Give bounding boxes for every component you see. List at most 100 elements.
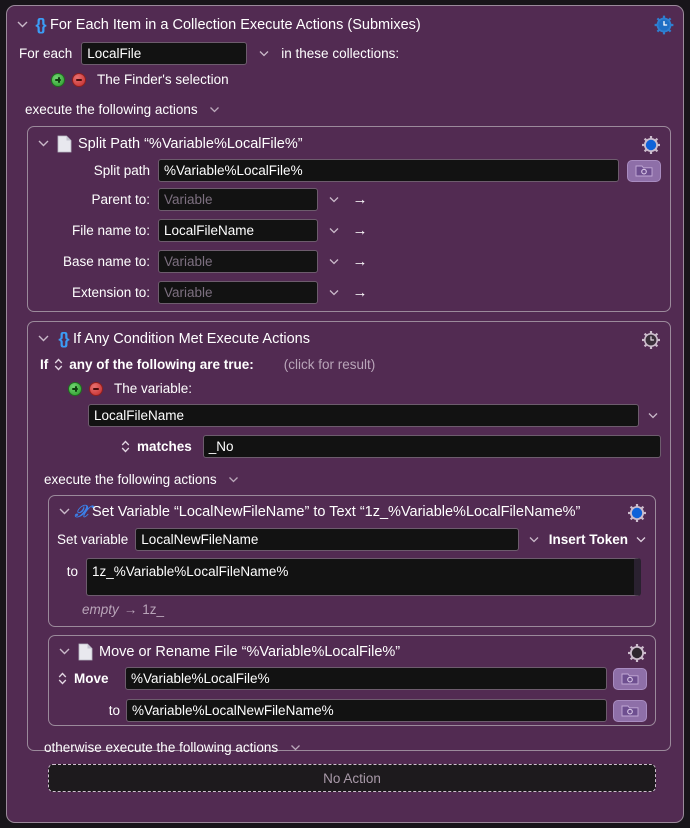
- for-each-title-row: {} For Each Item in a Collection Execute…: [7, 6, 683, 35]
- move-file-title-row: Move or Rename File “%Variable%LocalFile…: [49, 636, 655, 664]
- for-each-title: For Each Item in a Collection Execute Ac…: [50, 17, 421, 33]
- chevron-down-icon-insert-token[interactable]: [635, 534, 647, 546]
- gear-blue-icon-set-variable[interactable]: [626, 502, 648, 524]
- move-dest-input[interactable]: %Variable%LocalNewFileName%: [126, 699, 607, 722]
- collection-source-row: The Finder's selection: [7, 65, 683, 87]
- minus-circle-icon[interactable]: [72, 72, 86, 87]
- set-variable-to-label: to: [66, 564, 78, 579]
- arrow-right-icon-filename[interactable]: →: [350, 222, 370, 239]
- condition-operator-row: matches _No: [28, 427, 670, 458]
- folder-gear-icon-move-source[interactable]: [613, 667, 647, 690]
- disclosure-triangle-if-any[interactable]: [38, 334, 51, 342]
- folder-gear-icon-move-dest[interactable]: [613, 699, 647, 722]
- chevron-down-icon-set-variable[interactable]: [526, 534, 542, 546]
- folder-gear-icon-split-path[interactable]: [627, 159, 661, 182]
- set-variable-preview-row: empty → 1z_: [49, 596, 655, 617]
- split-path-input[interactable]: %Variable%LocalFile%: [158, 159, 619, 182]
- condition-operator-label[interactable]: matches: [137, 439, 192, 454]
- script-x-icon: 𝒳: [74, 502, 90, 521]
- split-path-targets: Parent to: Variable → File name to: Loca…: [28, 182, 670, 304]
- split-path-basename-label: Base name to:: [62, 254, 150, 269]
- split-path-parent-label: Parent to:: [91, 192, 150, 207]
- insert-token-button[interactable]: Insert Token: [549, 532, 628, 547]
- plus-circle-icon[interactable]: [51, 72, 65, 87]
- set-variable-title-row: 𝒳 Set Variable “LocalNewFileName” to Tex…: [49, 496, 655, 522]
- split-path-title: Split Path “%Variable%LocalFile%”: [78, 135, 303, 152]
- condition-operand-input[interactable]: _No: [202, 435, 661, 458]
- arrow-right-icon-parent[interactable]: →: [350, 191, 370, 208]
- if-any-condition-action-block: {} If Any Condition Met Execute Actions: [27, 321, 671, 792]
- condition-mode-stepper[interactable]: [53, 358, 64, 371]
- split-path-filename-label: File name to:: [71, 223, 150, 238]
- disclosure-triangle-for-each[interactable]: [17, 20, 30, 28]
- split-path-action-block: Split Path “%Variable%LocalFile%” Split …: [27, 126, 671, 312]
- move-file-source-row: Move %Variable%LocalFile%: [49, 661, 655, 690]
- no-action-placeholder[interactable]: No Action: [48, 764, 656, 792]
- split-path-basename-input[interactable]: Variable: [158, 250, 318, 273]
- set-variable-name-input[interactable]: LocalNewFileName: [135, 528, 519, 551]
- disclosure-triangle-split-path[interactable]: [38, 139, 51, 147]
- if-any-execute-row: execute the following actions: [28, 458, 670, 487]
- preview-to-label: 1z_: [142, 602, 165, 617]
- split-path-extension-input[interactable]: Variable: [158, 281, 318, 304]
- split-path-target-row: File name to: LocalFileName →: [28, 211, 670, 242]
- arrow-right-icon-extension[interactable]: →: [350, 284, 370, 301]
- click-for-result-label[interactable]: (click for result): [284, 357, 376, 372]
- plus-circle-icon-condition[interactable]: [68, 381, 82, 396]
- set-variable-name-row: Set variable LocalNewFileName Insert Tok…: [49, 522, 655, 551]
- chevron-down-icon-filename[interactable]: [326, 225, 342, 237]
- arrow-right-icon-basename[interactable]: →: [350, 253, 370, 270]
- if-any-title-row: {} If Any Condition Met Execute Actions: [28, 322, 670, 349]
- set-variable-value-row: to 1z_%Variable%LocalFileName%: [49, 551, 655, 596]
- move-label[interactable]: Move: [74, 671, 119, 686]
- gear-blue-icon-split-path[interactable]: [640, 134, 662, 156]
- minus-circle-icon-condition[interactable]: [89, 381, 103, 396]
- set-variable-title: Set Variable “LocalNewFileName” to Text …: [92, 504, 581, 520]
- for-each-execute-row: execute the following actions: [7, 87, 683, 117]
- in-collections-label: in these collections:: [281, 46, 400, 61]
- collection-source-label[interactable]: The Finder's selection: [97, 72, 229, 87]
- chevron-down-icon-execute[interactable]: [207, 104, 223, 116]
- move-file-title: Move or Rename File “%Variable%LocalFile…: [99, 643, 401, 660]
- move-to-label: to: [108, 703, 120, 718]
- split-path-label: Split path: [93, 163, 150, 178]
- split-path-filename-input[interactable]: LocalFileName: [158, 219, 318, 242]
- condition-variable-input[interactable]: LocalFileName: [88, 404, 639, 427]
- split-path-field-row: Split path %Variable%LocalFile%: [28, 153, 670, 182]
- chevron-down-icon-otherwise[interactable]: [287, 742, 303, 754]
- operator-stepper[interactable]: [120, 440, 131, 453]
- chevron-down-icon-if-execute[interactable]: [226, 474, 242, 486]
- document-icon-move-file: [77, 642, 93, 661]
- condition-variable-row: LocalFileName: [28, 396, 670, 427]
- move-file-action-block: Move or Rename File “%Variable%LocalFile…: [48, 635, 656, 726]
- split-path-target-row: Base name to: Variable →: [28, 242, 670, 273]
- for-each-execute-label: execute the following actions: [25, 102, 198, 117]
- split-path-parent-input[interactable]: Variable: [158, 188, 318, 211]
- chevron-down-icon-condition-variable[interactable]: [645, 410, 661, 422]
- no-action-label: No Action: [323, 770, 381, 786]
- split-path-target-row: Parent to: Variable →: [28, 182, 670, 211]
- braces-icon: {}: [35, 15, 46, 34]
- preview-arrow-icon: →: [123, 602, 138, 617]
- disclosure-triangle-set-variable[interactable]: [59, 507, 72, 515]
- gear-clock-gray-icon[interactable]: [640, 329, 662, 351]
- if-any-execute-label: execute the following actions: [44, 472, 217, 487]
- otherwise-label: otherwise execute the following actions: [44, 740, 279, 755]
- set-variable-value-input[interactable]: 1z_%Variable%LocalFileName%: [86, 558, 641, 596]
- chevron-down-icon-for-each[interactable]: [256, 48, 272, 60]
- chevron-down-icon-parent[interactable]: [326, 194, 342, 206]
- if-condition-mode-row: If any of the following are true: (click…: [28, 349, 670, 372]
- move-source-input[interactable]: %Variable%LocalFile%: [125, 667, 607, 690]
- chevron-down-icon-extension[interactable]: [326, 287, 342, 299]
- otherwise-execute-row: otherwise execute the following actions: [28, 726, 670, 755]
- gear-gray-icon-move-file[interactable]: [626, 642, 648, 664]
- move-file-dest-row: to %Variable%LocalNewFileName%: [49, 690, 655, 722]
- for-each-variable-input[interactable]: LocalFile: [81, 42, 248, 65]
- move-mode-stepper[interactable]: [57, 672, 68, 685]
- disclosure-triangle-move-file[interactable]: [59, 647, 72, 655]
- gear-clock-icon[interactable]: [653, 14, 675, 36]
- chevron-down-icon-basename[interactable]: [326, 256, 342, 268]
- condition-mode-label[interactable]: any of the following are true:: [69, 357, 254, 372]
- if-any-title: If Any Condition Met Execute Actions: [73, 331, 310, 347]
- for-each-variable-row: For each LocalFile in these collections:: [7, 35, 683, 65]
